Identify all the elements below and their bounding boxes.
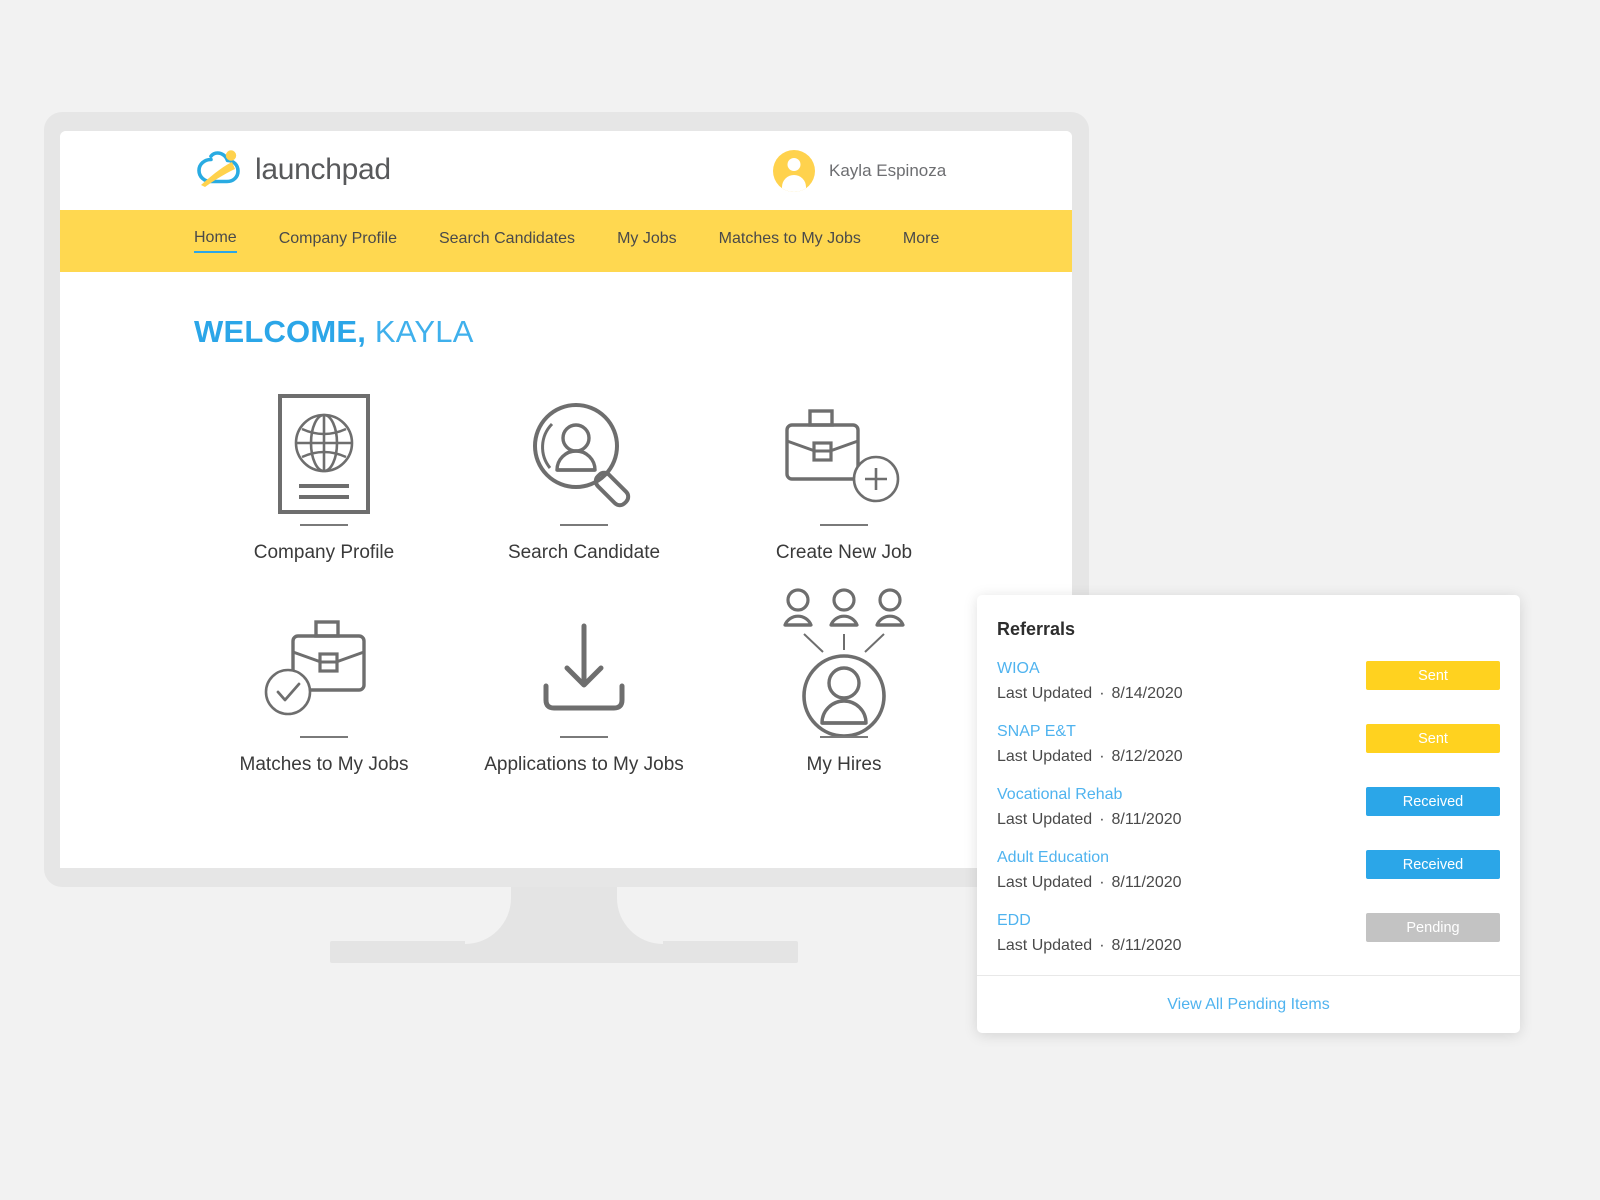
updated-label: Last Updated bbox=[997, 811, 1093, 828]
magnifier-person-icon bbox=[526, 384, 642, 524]
nav-item-home[interactable]: Home bbox=[194, 229, 237, 253]
updated-date: 8/11/2020 bbox=[1111, 811, 1182, 828]
status-badge[interactable]: Received bbox=[1366, 850, 1500, 879]
tile-applications-to-my-jobs[interactable]: Applications to My Jobs bbox=[454, 596, 714, 776]
nav-item-matches-to-my-jobs[interactable]: Matches to My Jobs bbox=[719, 230, 861, 252]
welcome-username: KAYLA bbox=[374, 314, 474, 349]
tile-divider bbox=[820, 524, 868, 526]
referral-name-link[interactable]: WIOA bbox=[997, 660, 1183, 678]
nav-item-my-jobs[interactable]: My Jobs bbox=[617, 230, 677, 252]
updated-label: Last Updated bbox=[997, 937, 1093, 954]
referral-updated: Last Updated · 8/11/2020 bbox=[997, 937, 1182, 955]
tile-divider bbox=[560, 524, 608, 526]
referral-name-link[interactable]: SNAP E&T bbox=[997, 723, 1183, 741]
tile-divider bbox=[820, 736, 868, 738]
updated-date: 8/11/2020 bbox=[1111, 874, 1182, 891]
launchpad-logo-icon bbox=[194, 146, 246, 194]
referral-info: WIOA Last Updated · 8/14/2020 bbox=[997, 660, 1183, 703]
referral-name-link[interactable]: Vocational Rehab bbox=[997, 786, 1182, 804]
referral-updated: Last Updated · 8/14/2020 bbox=[997, 685, 1183, 703]
tile-my-hires[interactable]: My Hires bbox=[714, 588, 974, 776]
nav-item-company-profile[interactable]: Company Profile bbox=[279, 230, 397, 252]
referral-row: Vocational Rehab Last Updated · 8/11/2020 … bbox=[997, 786, 1500, 829]
tile-company-profile[interactable]: Company Profile bbox=[194, 384, 454, 564]
referral-info: EDD Last Updated · 8/11/2020 bbox=[997, 912, 1182, 955]
tile-row: Company Profile Search Candidate Create … bbox=[194, 384, 974, 564]
page-root: launchpad Kayla Espinoza Home Company Pr… bbox=[0, 0, 1600, 1200]
referral-name-link[interactable]: Adult Education bbox=[997, 849, 1182, 867]
referral-info: Vocational Rehab Last Updated · 8/11/2020 bbox=[997, 786, 1182, 829]
referrals-footer: View All Pending Items bbox=[977, 975, 1520, 1033]
tile-search-candidate[interactable]: Search Candidate bbox=[454, 384, 714, 564]
monitor-screen: launchpad Kayla Espinoza Home Company Pr… bbox=[60, 131, 1072, 868]
welcome-greeting: WELCOME, bbox=[194, 314, 367, 349]
tile-divider bbox=[300, 524, 348, 526]
tile-label: Create New Job bbox=[775, 542, 913, 563]
tile-label: Company Profile bbox=[253, 542, 395, 563]
tile-divider bbox=[560, 736, 608, 738]
page-title: WELCOME, KAYLA bbox=[194, 314, 1072, 350]
updated-label: Last Updated bbox=[997, 874, 1093, 891]
separator-dot: · bbox=[1099, 811, 1105, 828]
updated-date: 8/12/2020 bbox=[1111, 748, 1183, 765]
user-menu[interactable]: Kayla Espinoza bbox=[773, 150, 946, 192]
updated-label: Last Updated bbox=[997, 685, 1093, 702]
status-badge[interactable]: Sent bbox=[1366, 661, 1500, 690]
referrals-card: Referrals WIOA Last Updated · 8/14/2020 Se… bbox=[977, 595, 1520, 1033]
app-header: launchpad Kayla Espinoza bbox=[60, 131, 1072, 210]
monitor-stand-neck bbox=[465, 886, 663, 946]
updated-date: 8/11/2020 bbox=[1111, 937, 1182, 954]
download-tray-icon bbox=[534, 596, 634, 736]
briefcase-plus-icon bbox=[782, 384, 906, 524]
separator-dot: · bbox=[1099, 748, 1105, 765]
separator-dot: · bbox=[1099, 874, 1105, 891]
referral-info: SNAP E&T Last Updated · 8/12/2020 bbox=[997, 723, 1183, 766]
nav-item-search-candidates[interactable]: Search Candidates bbox=[439, 230, 575, 252]
referral-name-link[interactable]: EDD bbox=[997, 912, 1182, 930]
quick-action-tiles: Company Profile Search Candidate Create … bbox=[194, 384, 974, 808]
user-avatar-icon bbox=[773, 150, 815, 192]
tile-label: Search Candidate bbox=[507, 542, 661, 563]
status-badge[interactable]: Sent bbox=[1366, 724, 1500, 753]
updated-label: Last Updated bbox=[997, 748, 1093, 765]
dashboard-body: WELCOME, KAYLA Company Profile Search Ca… bbox=[60, 272, 1072, 868]
referral-row: SNAP E&T Last Updated · 8/12/2020 Sent bbox=[997, 723, 1500, 766]
referral-updated: Last Updated · 8/12/2020 bbox=[997, 748, 1183, 766]
referral-row: EDD Last Updated · 8/11/2020 Pending bbox=[997, 912, 1500, 955]
updated-date: 8/14/2020 bbox=[1111, 685, 1183, 702]
referrals-list: WIOA Last Updated · 8/14/2020 Sent SNAP E&… bbox=[977, 660, 1520, 955]
referral-row: Adult Education Last Updated · 8/11/2020 R… bbox=[997, 849, 1500, 892]
document-globe-icon bbox=[277, 384, 371, 524]
referral-updated: Last Updated · 8/11/2020 bbox=[997, 874, 1182, 892]
nav-item-more[interactable]: More bbox=[903, 230, 939, 252]
referral-row: WIOA Last Updated · 8/14/2020 Sent bbox=[997, 660, 1500, 703]
tile-label: Matches to My Jobs bbox=[239, 754, 409, 775]
brand-logo-group[interactable]: launchpad bbox=[194, 146, 391, 194]
tile-label: Applications to My Jobs bbox=[484, 754, 684, 775]
referral-updated: Last Updated · 8/11/2020 bbox=[997, 811, 1182, 829]
main-navigation: Home Company Profile Search Candidates M… bbox=[60, 210, 1072, 272]
tile-row: Matches to My Jobs Applications to My Jo… bbox=[194, 588, 974, 776]
tile-divider bbox=[300, 736, 348, 738]
separator-dot: · bbox=[1099, 685, 1105, 702]
separator-dot: · bbox=[1099, 937, 1105, 954]
tile-create-new-job[interactable]: Create New Job bbox=[714, 384, 974, 564]
status-badge[interactable]: Received bbox=[1366, 787, 1500, 816]
status-badge[interactable]: Pending bbox=[1366, 913, 1500, 942]
referrals-title: Referrals bbox=[997, 619, 1076, 639]
referral-info: Adult Education Last Updated · 8/11/2020 bbox=[997, 849, 1182, 892]
people-network-icon bbox=[778, 588, 910, 736]
view-all-pending-items-link[interactable]: View All Pending Items bbox=[1167, 996, 1329, 1014]
tile-matches-to-my-jobs[interactable]: Matches to My Jobs bbox=[194, 596, 454, 776]
brand-name: launchpad bbox=[255, 153, 391, 186]
briefcase-check-icon bbox=[262, 596, 386, 736]
tile-label: My Hires bbox=[806, 754, 882, 775]
user-name: Kayla Espinoza bbox=[829, 161, 947, 180]
